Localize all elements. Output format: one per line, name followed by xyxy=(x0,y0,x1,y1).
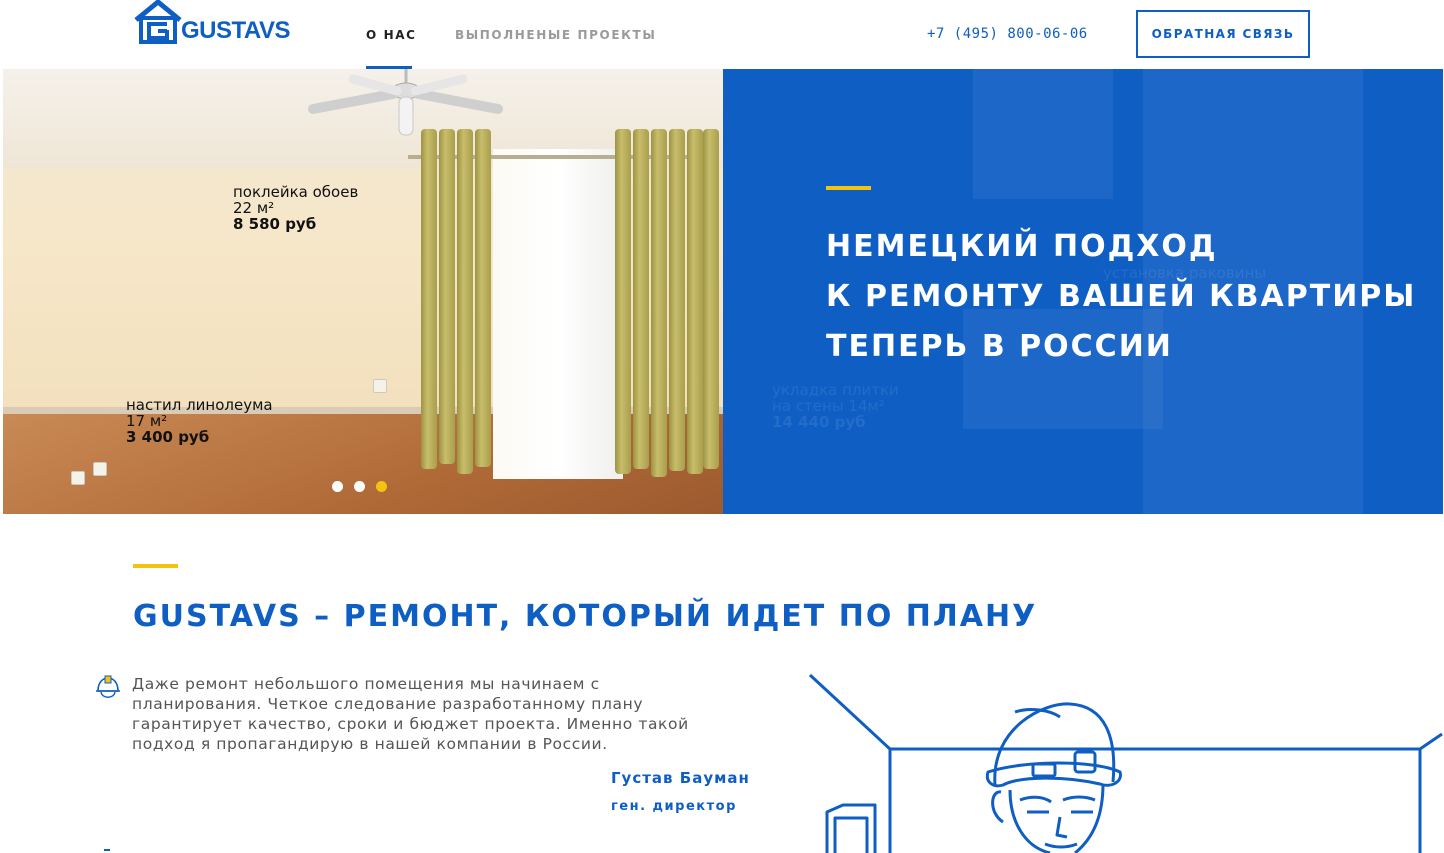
phone-link[interactable]: +7 (495) 800-06-06 xyxy=(927,25,1088,43)
nav-projects[interactable]: ВЫПОЛНЕНЫЕ ПРОЕКТЫ xyxy=(455,27,656,43)
nav-about[interactable]: О НАС xyxy=(366,27,417,43)
label-area: 17 м² xyxy=(126,412,168,430)
quote-line: Даже ремонт небольшого помещения мы начи… xyxy=(132,675,600,693)
quote-author-role: ген. директор xyxy=(611,799,737,814)
builder-illustration xyxy=(808,673,1443,853)
hero-label-wallpaper: поклейка обоев 22 м² 8 580 руб xyxy=(233,184,358,232)
label-price: 3 400 руб xyxy=(126,428,210,446)
director-quote: Даже ремонт небольшого помещения мы начи… xyxy=(132,674,712,754)
slider-dot-active[interactable] xyxy=(376,481,387,492)
logo[interactable]: GUSTAVS xyxy=(134,0,294,44)
curtain-fold xyxy=(687,129,703,474)
ghost-label: укладка плитки на стены 14м² 14 440 руб xyxy=(772,381,899,431)
curtain-fold xyxy=(457,129,473,474)
curtain-fold xyxy=(439,129,455,464)
wall-socket xyxy=(373,379,387,393)
about-accent-bar xyxy=(133,564,178,568)
quote-line: планирования. Четкое следование разработ… xyxy=(132,695,644,713)
slider-dot[interactable] xyxy=(332,481,343,492)
ghost-mirror xyxy=(973,69,1113,199)
label-title: поклейка обоев xyxy=(233,183,359,201)
feedback-button[interactable]: ОБРАТНАЯ СВЯЗЬ xyxy=(1136,10,1310,58)
site-header: GUSTAVS О НАС ВЫПОЛНЕНЫЕ ПРОЕКТЫ +7 (495… xyxy=(0,0,1444,69)
curtain-fold xyxy=(633,129,649,469)
wall-socket xyxy=(93,462,107,476)
quote-author: Густав Бауман xyxy=(611,769,750,787)
curtain-fold xyxy=(703,129,719,469)
about-title: GUSTAVS – РЕМОНТ, КОТОРЫЙ ИДЕТ ПО ПЛАНУ xyxy=(133,599,1038,634)
curtain-fold xyxy=(651,129,667,477)
label-title: настил линолеума xyxy=(126,396,273,414)
scroll-marker xyxy=(104,849,110,851)
hero-label-linoleum: настил линолеума 17 м² 3 400 руб xyxy=(126,397,273,445)
label-area: 22 м² xyxy=(233,199,275,217)
hero-title-line: ТЕПЕРЬ В РОССИИ xyxy=(826,329,1173,364)
label-price: 8 580 руб xyxy=(233,215,317,233)
curtain-fold xyxy=(615,129,631,474)
hero-accent-bar xyxy=(826,186,871,190)
quote-line: подход я пропагандирую в нашей компании … xyxy=(132,735,608,753)
hero-title: НЕМЕЦКИЙ ПОДХОД К РЕМОНТУ ВАШЕЙ КВАРТИРЫ… xyxy=(826,222,1416,372)
wall-socket xyxy=(71,471,85,485)
curtain-fold xyxy=(421,129,437,469)
slider-dots xyxy=(332,481,387,492)
hero-room-photo: поклейка обоев 22 м² 8 580 руб настил ли… xyxy=(3,69,723,514)
hard-hat-icon xyxy=(96,675,120,698)
window-light xyxy=(493,149,623,479)
hero-title-line: НЕМЕЦКИЙ ПОДХОД xyxy=(826,229,1218,264)
slider-dot[interactable] xyxy=(354,481,365,492)
curtain-fold xyxy=(669,129,685,471)
hero-title-line: К РЕМОНТУ ВАШЕЙ КВАРТИРЫ xyxy=(826,279,1417,314)
curtain-fold xyxy=(475,129,491,467)
quote-line: гарантирует качество, сроки и бюджет про… xyxy=(132,715,689,733)
house-logo-icon xyxy=(134,0,182,44)
logo-text: GUSTAVS xyxy=(181,17,290,44)
